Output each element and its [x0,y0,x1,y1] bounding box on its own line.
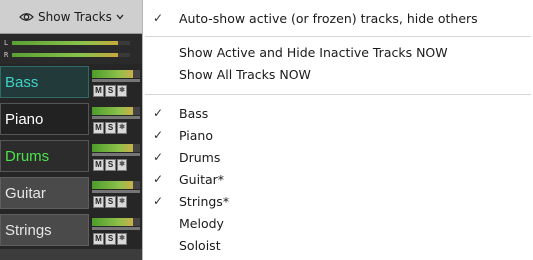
master-meter-right-label: R [4,51,9,59]
menu-item-track-bass[interactable]: ✓ Bass [143,103,533,124]
checkmark-icon: ✓ [152,106,164,120]
track-level-meter [92,144,140,152]
mute-button[interactable]: M [93,196,104,208]
track-name-drums[interactable]: Drums [0,140,89,172]
freeze-icon[interactable]: ✱ [117,122,127,134]
track-volume-bar[interactable] [92,190,140,193]
track-volume-bar[interactable] [92,153,140,156]
track-volume-bar[interactable] [92,79,140,82]
menu-separator [145,94,531,95]
menu-item-label: Melody [179,216,224,231]
menu-item-track-piano[interactable]: ✓ Piano [143,125,533,146]
menu-item-label: Piano [179,128,213,143]
chevron-down-icon [116,14,124,19]
freeze-icon[interactable]: ✱ [117,85,127,97]
solo-button[interactable]: S [105,85,116,97]
menu-item-track-drums[interactable]: ✓ Drums [143,147,533,168]
master-meter-left-bar [12,41,130,45]
mute-button[interactable]: M [93,122,104,134]
menu-item-label: Show Active and Hide Inactive Tracks NOW [179,45,448,60]
track-volume-bar[interactable] [92,227,140,230]
master-level-meter: L R [0,34,142,64]
solo-button[interactable]: S [105,196,116,208]
track-name-guitar[interactable]: Guitar [0,177,89,209]
menu-item-label: Auto-show active (or frozen) tracks, hid… [179,11,478,26]
mute-button[interactable]: M [93,159,104,171]
track-row-drums: Drums M S ✱ [0,138,142,175]
solo-button[interactable]: S [105,233,116,245]
solo-button[interactable]: S [105,122,116,134]
track-name-bass[interactable]: Bass [0,66,89,98]
show-tracks-menu: ✓ Auto-show active (or frozen) tracks, h… [142,0,533,260]
mute-button[interactable]: M [93,85,104,97]
track-name-piano[interactable]: Piano [0,103,89,135]
menu-item-label: Show All Tracks NOW [179,67,311,82]
track-row-bass: Bass M S ✱ [0,64,142,101]
mute-button[interactable]: M [93,233,104,245]
track-level-meter [92,107,140,115]
menu-item-track-guitar[interactable]: ✓ Guitar* [143,169,533,190]
freeze-icon[interactable]: ✱ [117,159,127,171]
menu-item-track-melody[interactable]: Melody [143,213,533,234]
checkmark-icon: ✓ [152,11,164,25]
master-meter-right-bar [12,53,130,57]
menu-item-label: Strings* [179,194,230,209]
checkmark-icon: ✓ [152,172,164,186]
freeze-icon[interactable]: ✱ [117,196,127,208]
checkmark-icon: ✓ [152,150,164,164]
menu-item-label: Soloist [179,238,221,253]
track-row-guitar: Guitar M S ✱ [0,175,142,212]
menu-item-auto-show[interactable]: ✓ Auto-show active (or frozen) tracks, h… [143,8,533,29]
menu-item-show-all-tracks[interactable]: Show All Tracks NOW [143,64,533,85]
eye-icon [19,12,34,21]
track-name-strings[interactable]: Strings [0,214,89,246]
track-level-meter [92,70,140,78]
checkmark-icon: ✓ [152,194,164,208]
solo-button[interactable]: S [105,159,116,171]
menu-item-label: Bass [179,106,209,121]
track-row-strings: Strings M S ✱ [0,212,142,249]
menu-item-label: Guitar* [179,172,225,187]
menu-separator [145,36,531,37]
track-row-piano: Piano M S ✱ [0,101,142,138]
menu-item-label: Drums [179,150,221,165]
show-tracks-button[interactable]: Show Tracks [0,0,142,34]
checkmark-icon: ✓ [152,128,164,142]
freeze-icon[interactable]: ✱ [117,233,127,245]
menu-item-track-strings[interactable]: ✓ Strings* [143,191,533,212]
track-level-meter [92,181,140,189]
menu-item-show-active-hide-inactive[interactable]: Show Active and Hide Inactive Tracks NOW [143,42,533,63]
track-volume-bar[interactable] [92,116,140,119]
menu-item-track-soloist[interactable]: Soloist [143,235,533,256]
show-tracks-label: Show Tracks [38,9,112,24]
track-level-meter [92,218,140,226]
track-panel: Show Tracks L R Bass M S ✱ Piano M S ✱ D… [0,0,142,260]
master-meter-left-label: L [4,39,9,47]
